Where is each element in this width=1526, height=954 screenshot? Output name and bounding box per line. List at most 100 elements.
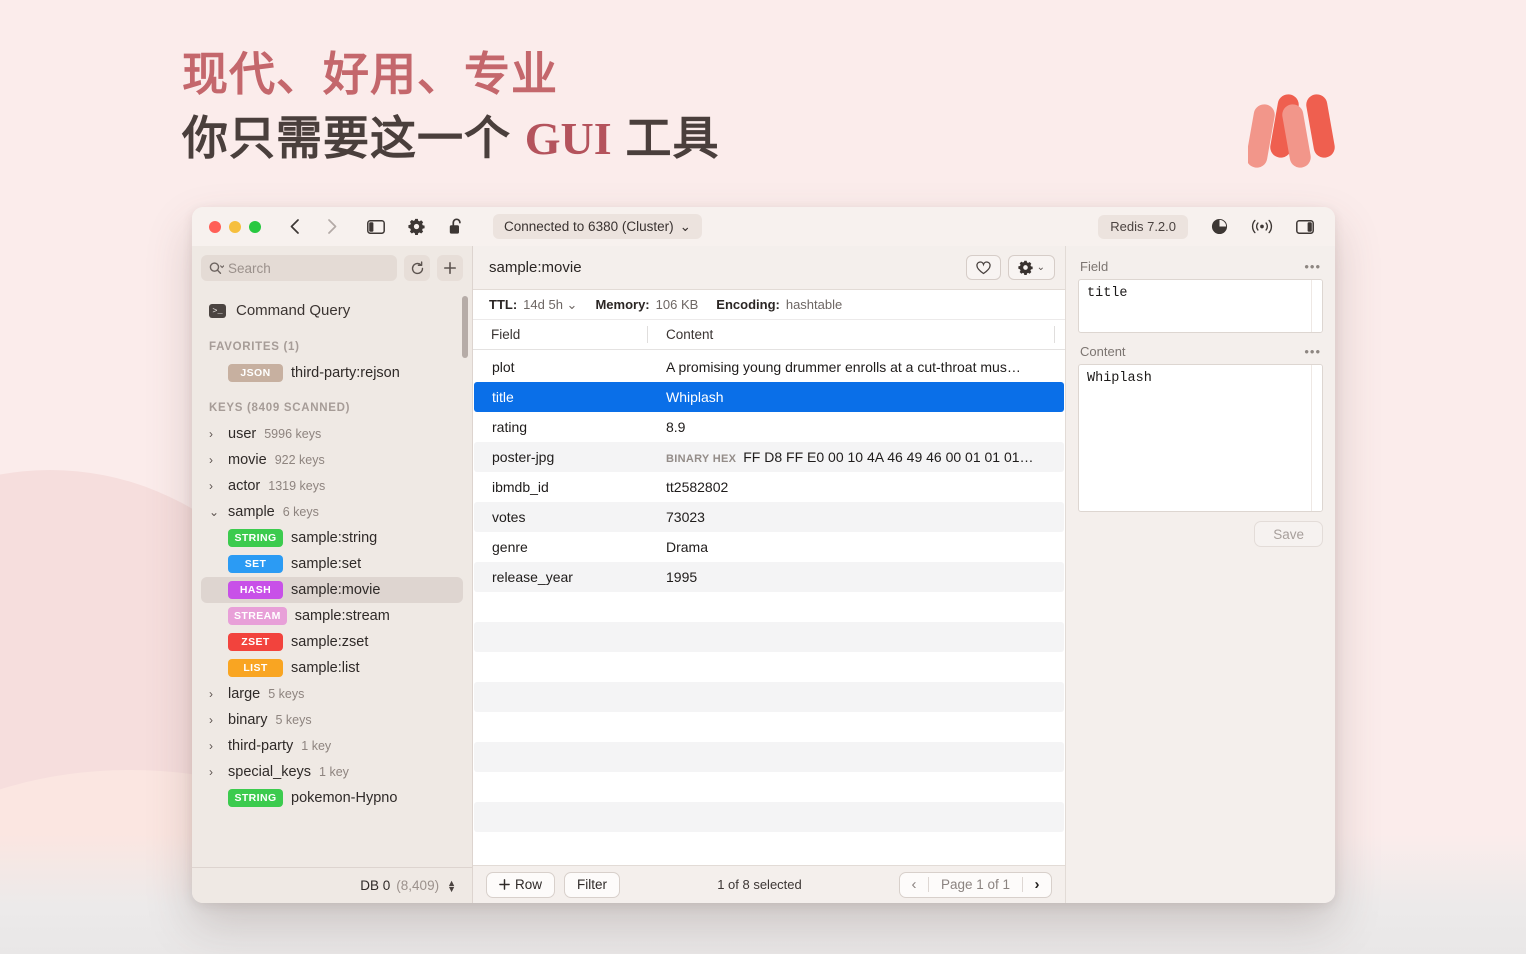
ttl-value[interactable]: 14d 5h ⌄ [523,297,577,313]
add-key-button[interactable] [437,255,463,281]
table-row[interactable]: genreDrama [474,532,1064,562]
favorite-key-name: third-party:rejson [291,365,400,381]
key-name: sample:movie [291,582,380,598]
prev-page-button[interactable]: ‹ [900,876,928,893]
table-row[interactable]: rating8.9 [474,412,1064,442]
cell-field: poster-jpg [474,449,648,465]
refresh-button[interactable] [404,255,430,281]
table-row[interactable]: ibmdb_idtt2582802 [474,472,1064,502]
filter-label: Filter [577,877,607,892]
key-tree-folder[interactable]: ›binary5 keys [201,707,463,733]
content-editor-label: Content [1080,344,1126,359]
command-query-label: Command Query [236,302,350,319]
field-editor-value: title [1087,286,1128,301]
gear-icon[interactable] [403,215,429,239]
filter-button[interactable]: Filter [564,872,620,898]
key-tree-key[interactable]: SETsample:set [201,551,463,577]
key-tree-key[interactable]: STREAMsample:stream [201,603,463,629]
table-row[interactable]: release_year1995 [474,562,1064,592]
column-divider-end[interactable] [1054,326,1055,343]
sidebar-scrollbar[interactable] [462,296,468,358]
chevron-right-icon[interactable]: › [209,427,220,441]
key-tree-key[interactable]: ZSETsample:zset [201,629,463,655]
binary-hex-badge: BINARY HEX [666,453,736,465]
chevron-right-icon[interactable]: › [209,479,220,493]
key-actions-button[interactable]: ⌄ [1008,255,1055,280]
key-tree-key[interactable]: STRINGpokemon-Hypno [201,785,463,811]
connection-status-button[interactable]: Connected to 6380 (Cluster) ⌄ [493,214,702,239]
table-row-empty [474,592,1064,622]
chevron-down-icon[interactable]: ⌄ [209,505,220,519]
db-stepper-icon[interactable]: ▲▼ [447,880,456,892]
table-row[interactable]: votes73023 [474,502,1064,532]
key-name: sample:string [291,530,377,546]
cell-field: title [474,389,648,405]
column-header-content[interactable]: Content [648,327,1054,342]
sidebar-right-icon[interactable] [1292,215,1318,239]
headline-line-2-pre: 你只需要这一个 [182,112,525,164]
nav-buttons [281,215,345,239]
type-badge: JSON [228,364,283,382]
ellipsis-icon[interactable]: ••• [1304,344,1321,359]
key-tree-folder[interactable]: ›actor1319 keys [201,473,463,499]
folder-key-count: 1319 keys [268,479,325,493]
chevron-right-icon[interactable]: › [209,765,220,779]
terminal-icon: >_ [209,304,226,318]
key-tree-key[interactable]: HASHsample:movie [201,577,463,603]
back-button[interactable] [281,215,307,239]
sidebar-item-command-query[interactable]: >_ Command Query [192,296,472,325]
type-badge: ZSET [228,633,283,651]
save-button[interactable]: Save [1254,521,1323,547]
favorite-toggle-button[interactable] [966,255,1001,280]
search-input[interactable]: Search [201,255,397,281]
content-editor-input[interactable]: Whiplash [1078,364,1323,512]
clock-pie-icon[interactable] [1206,215,1232,239]
forward-button[interactable] [319,215,345,239]
table-row[interactable]: plotA promising young drummer enrolls at… [474,352,1064,382]
unlock-icon[interactable] [443,215,469,239]
key-tree-folder[interactable]: ⌄sample6 keys [201,499,463,525]
broadcast-icon[interactable] [1249,215,1275,239]
folder-key-count: 922 keys [275,453,325,467]
chevron-right-icon[interactable]: › [209,453,220,467]
folder-key-count: 5996 keys [264,427,321,441]
headline-line-2: 你只需要这一个 GUI 工具 [182,106,719,171]
server-version-badge: Redis 7.2.0 [1098,215,1188,239]
window-controls[interactable] [209,221,261,233]
add-row-button[interactable]: Row [486,872,555,898]
sidebar-left-icon[interactable] [363,215,389,239]
table-row-empty [474,682,1064,712]
key-name: sample:set [291,556,361,572]
field-editor-scrollbar[interactable] [1311,280,1322,332]
key-tree-key[interactable]: LISTsample:list [201,655,463,681]
headline-accent-gui: GUI [525,113,612,164]
key-tree-folder[interactable]: ›movie922 keys [201,447,463,473]
pagination: ‹ Page 1 of 1 › [899,872,1052,898]
keys-section-label: KEYS (8409 SCANNED) [192,386,472,421]
close-button[interactable] [209,221,221,233]
key-tree-folder[interactable]: ›third-party1 key [201,733,463,759]
minimize-button[interactable] [229,221,241,233]
table-row[interactable]: titleWhiplash [474,382,1064,412]
key-tree-key[interactable]: STRING sample:string [201,525,463,551]
key-tree-folder[interactable]: ›large5 keys [201,681,463,707]
chevron-right-icon[interactable]: › [209,687,220,701]
table-row[interactable]: poster-jpgBINARY HEXFF D8 FF E0 00 10 4A… [474,442,1064,472]
chevron-right-icon[interactable]: › [209,739,220,753]
type-badge: STRING [228,529,283,547]
cell-content: BINARY HEXFF D8 FF E0 00 10 4A 46 49 46 … [648,449,1064,465]
db-selector[interactable]: DB 0 (8,409) ▲▼ [192,867,472,903]
next-page-button[interactable]: › [1023,876,1051,893]
key-tree[interactable]: >_ Command Query FAVORITES (1) JSON thir… [192,290,472,867]
key-tree-folder[interactable]: ›special_keys1 key [201,759,463,785]
favorite-item[interactable]: JSON third-party:rejson [201,360,463,386]
folder-key-count: 6 keys [283,505,319,519]
column-header-field[interactable]: Field [473,327,647,342]
ellipsis-icon[interactable]: ••• [1304,259,1321,274]
maximize-button[interactable] [249,221,261,233]
key-tree-folder[interactable]: ›user5996 keys [201,421,463,447]
content-editor-scrollbar[interactable] [1311,365,1322,511]
field-editor-input[interactable]: title [1078,279,1323,333]
chevron-right-icon[interactable]: › [209,713,220,727]
table-body[interactable]: plotA promising young drummer enrolls at… [473,350,1065,865]
